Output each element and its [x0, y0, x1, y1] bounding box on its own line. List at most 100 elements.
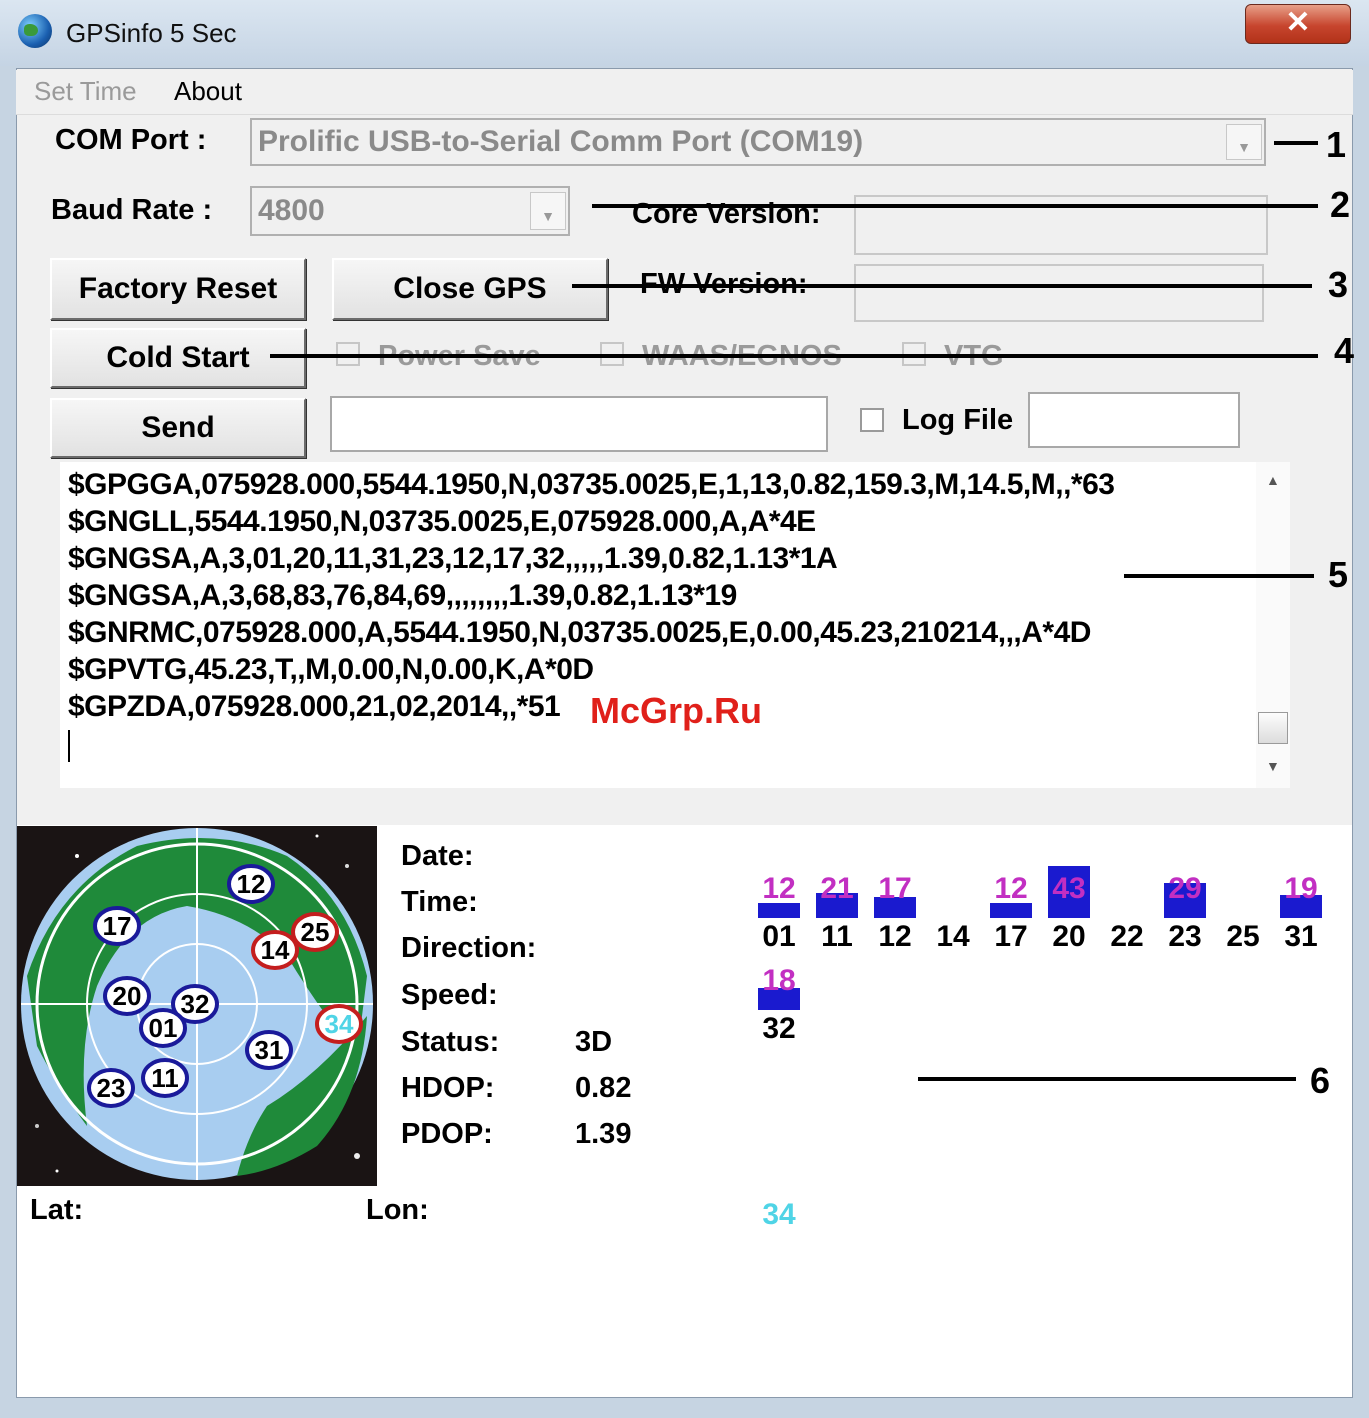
date-label: Date: [401, 840, 474, 872]
signal-sat-id: 25 [1226, 920, 1260, 953]
status-label: Status: [401, 1026, 500, 1058]
sky-satellite-17: 17 [93, 906, 141, 946]
signal-sat-id: 22 [1110, 920, 1144, 953]
hdop-label: HDOP: [401, 1072, 495, 1104]
callout-3: 3 [1328, 264, 1349, 305]
nmea-scrollbar[interactable]: ▲ ▼ [1256, 462, 1290, 788]
scroll-thumb[interactable] [1258, 712, 1288, 744]
svg-text:31: 31 [255, 1035, 284, 1065]
signal-snr: 17 [878, 872, 912, 905]
signal-sat-id: 20 [1052, 920, 1086, 953]
signal-snr: 29 [1168, 872, 1202, 905]
signal-sat-id: 17 [994, 920, 1028, 953]
callout-line [572, 284, 1312, 288]
nmea-line: $GPVTG,45.23,T,,M,0.00,N,0.00,K,A*0D [68, 653, 594, 686]
chevron-down-icon[interactable]: ▼ [530, 192, 566, 230]
direction-label: Direction: [401, 932, 537, 964]
com-port-label: COM Port : [55, 124, 207, 156]
signal-sat-id: 23 [1168, 920, 1202, 953]
signal-sat-id: 14 [936, 920, 970, 953]
cold-start-button[interactable]: Cold Start [50, 328, 306, 388]
callout-line [1274, 141, 1318, 145]
factory-reset-button[interactable]: Factory Reset [50, 258, 306, 320]
sky-satellite-01: 01 [139, 1008, 187, 1048]
application-window: GPSinfo 5 Sec ✕ Set Time About COM Port … [0, 0, 1369, 1418]
pdop-label: PDOP: [401, 1118, 493, 1150]
signal-snr: 18 [762, 964, 796, 997]
nmea-line: $GNRMC,075928.000,A,5544.1950,N,03735.00… [68, 616, 1091, 649]
signal-sat-id: 12 [878, 920, 912, 953]
nmea-line: $GPZDA,075928.000,21,02,2014,,*51 [68, 690, 561, 723]
menu-about[interactable]: About [174, 76, 242, 107]
callout-line [270, 354, 1318, 358]
svg-text:34: 34 [325, 1009, 354, 1039]
log-file-input[interactable] [1028, 392, 1240, 448]
callout-line [918, 1077, 1296, 1081]
baud-rate-select[interactable]: 4800 ▼ [250, 186, 570, 236]
status-value: 3D [575, 1026, 613, 1058]
sky-satellite-20: 20 [103, 976, 151, 1016]
lon-label: Lon: [366, 1194, 429, 1226]
sky-satellite-25: 25 [291, 912, 339, 952]
send-command-input[interactable] [330, 396, 828, 452]
signal-sat-id: 31 [1284, 920, 1318, 953]
callout-5: 5 [1328, 554, 1349, 595]
sbas-satellite-id: 34 [762, 1198, 796, 1231]
nmea-line: $GNGSA,A,3,68,83,76,84,69,,,,,,,,1.39,0.… [68, 579, 737, 612]
signal-snr: 43 [1052, 872, 1086, 905]
core-version-label: Core Version: [632, 198, 821, 230]
sky-satellite-23: 23 [87, 1068, 135, 1108]
com-port-value: Prolific USB-to-Serial Comm Port (COM19) [258, 125, 864, 158]
chevron-down-icon[interactable]: ▼ [1226, 124, 1262, 160]
fw-version-field [854, 264, 1264, 322]
speed-label: Speed: [401, 979, 498, 1011]
signal-snr: 12 [762, 872, 796, 905]
text-caret [68, 730, 70, 762]
signal-snr: 21 [820, 872, 854, 905]
callout-6: 6 [1310, 1060, 1331, 1101]
globe-icon [18, 14, 52, 48]
title-bar[interactable]: GPSinfo 5 Sec ✕ [0, 0, 1369, 66]
signal-snr: 12 [994, 872, 1028, 905]
scroll-up-icon[interactable]: ▲ [1266, 472, 1280, 488]
svg-text:23: 23 [97, 1073, 126, 1103]
nmea-line: $GNGLL,5544.1950,N,03735.0025,E,075928.0… [68, 505, 816, 538]
sky-satellite-12: 12 [227, 864, 275, 904]
close-button[interactable]: ✕ [1245, 4, 1351, 44]
baud-rate-label: Baud Rate : [51, 194, 213, 226]
com-port-select[interactable]: Prolific USB-to-Serial Comm Port (COM19)… [250, 118, 1266, 166]
svg-text:17: 17 [103, 911, 132, 941]
callout-2: 2 [1330, 184, 1351, 225]
watermark: McGrp.Ru [590, 690, 763, 731]
log-file-checkbox[interactable] [860, 408, 884, 432]
nmea-line: $GNGSA,A,3,01,20,11,31,23,12,17,32,,,,,1… [68, 542, 838, 575]
send-button[interactable]: Send [50, 398, 306, 458]
svg-text:25: 25 [301, 917, 330, 947]
lat-label: Lat: [30, 1194, 84, 1226]
time-label: Time: [401, 886, 478, 918]
sky-plot: 12 17 14 25 20 3201 34 31 23 11 [17, 826, 377, 1186]
window-title: GPSinfo 5 Sec [66, 18, 237, 48]
log-file-label: Log File [902, 404, 1014, 436]
callout-line [1124, 574, 1314, 578]
sky-satellite-34: 34 [315, 1004, 363, 1044]
nmea-line: $GPGGA,075928.000,5544.1950,N,03735.0025… [68, 468, 1115, 501]
svg-text:01: 01 [149, 1013, 178, 1043]
callout-1: 1 [1326, 124, 1347, 165]
svg-text:20: 20 [113, 981, 142, 1011]
callout-4: 4 [1334, 330, 1355, 371]
hdop-value: 0.82 [575, 1072, 632, 1104]
signal-sat-id: 32 [762, 1012, 796, 1045]
svg-text:11: 11 [151, 1063, 179, 1093]
menu-set-time[interactable]: Set Time [34, 76, 137, 107]
svg-text:32: 32 [181, 989, 210, 1019]
sky-satellite-31: 31 [245, 1030, 293, 1070]
signal-sat-id: 11 [821, 920, 853, 953]
callout-line [592, 204, 1318, 208]
scroll-down-icon[interactable]: ▼ [1266, 758, 1280, 774]
nmea-output-textarea[interactable]: $GPGGA,075928.000,5544.1950,N,03735.0025… [60, 462, 1290, 788]
close-gps-button[interactable]: Close GPS [332, 258, 608, 320]
signal-sat-id: 01 [762, 920, 796, 953]
pdop-value: 1.39 [575, 1118, 632, 1150]
signal-snr: 19 [1284, 872, 1318, 905]
